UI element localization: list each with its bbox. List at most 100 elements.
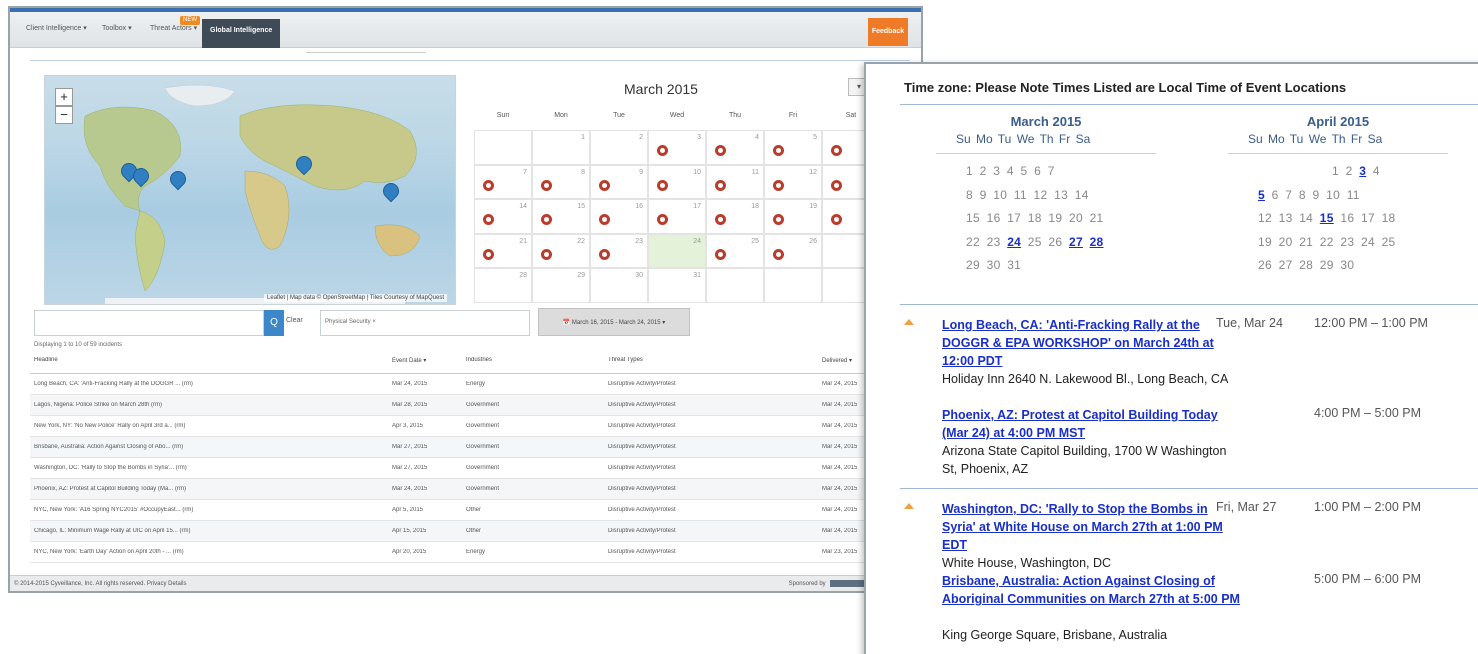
nav-threat-actors[interactable]: Threat Actors ▾ — [150, 24, 197, 32]
event-marker-icon[interactable] — [599, 248, 610, 260]
cell-headline[interactable]: Phoenix, AZ: Protest at Capitol Building… — [34, 486, 384, 492]
cell-headline[interactable]: Chicago, IL: Minimum Wage Rally at UIC o… — [34, 528, 384, 534]
day-link[interactable]: 24 — [1007, 235, 1021, 249]
calendar-day[interactable]: 29 — [532, 268, 590, 303]
event-link[interactable]: Brisbane, Australia: Action Against Clos… — [942, 572, 1242, 608]
zoom-out-button[interactable]: − — [55, 106, 73, 124]
calendar-day[interactable]: 4 — [706, 130, 764, 165]
cell-headline[interactable]: NYC, New York: 'A16 Spring NYC2015' #Occ… — [34, 507, 384, 513]
event-marker-icon[interactable] — [773, 179, 784, 191]
clear-button[interactable]: Clear — [286, 317, 303, 324]
cell-headline[interactable]: New York, NY: 'No New Police' Rally on A… — [34, 423, 384, 429]
cell-headline[interactable]: Brisbane, Australia: Action Against Clos… — [34, 444, 384, 450]
feedback-button[interactable]: Feedback — [868, 18, 908, 46]
calendar-day[interactable]: 3 — [648, 130, 706, 165]
calendar-day[interactable]: 2 — [590, 130, 648, 165]
event-marker-icon[interactable] — [715, 248, 726, 260]
calendar-day[interactable]: 10 — [648, 164, 706, 199]
event-marker-icon[interactable] — [831, 145, 842, 156]
world-map[interactable]: + − Leaflet | Map data © OpenStreetMap |… — [44, 75, 456, 305]
event-marker-icon[interactable] — [599, 214, 610, 225]
event-marker-icon[interactable] — [715, 214, 726, 225]
calendar-day[interactable]: 1 — [532, 130, 590, 165]
event-marker-icon[interactable] — [599, 179, 610, 191]
calendar-day[interactable]: 19 — [764, 199, 822, 234]
cell-headline[interactable]: Lagos, Nigeria: Police Strike on March 2… — [34, 402, 384, 408]
calendar-day[interactable]: 28 — [474, 268, 532, 303]
col-event-date[interactable]: Event Date ▾ — [392, 357, 426, 364]
event-marker-icon[interactable] — [715, 145, 726, 156]
calendar-day[interactable]: 30 — [590, 268, 648, 303]
calendar-day[interactable] — [706, 268, 764, 303]
calendar-day[interactable]: 25 — [706, 233, 764, 268]
table-row[interactable]: Lagos, Nigeria: Police Strike on March 2… — [30, 395, 915, 416]
event-link[interactable]: Phoenix, AZ: Protest at Capitol Building… — [942, 406, 1242, 442]
cell-headline[interactable]: NYC, New York: 'Earth Day' Action on Apr… — [34, 549, 384, 555]
day-link[interactable]: 27 — [1069, 235, 1083, 249]
calendar-day[interactable]: 18 — [706, 199, 764, 234]
event-marker-icon[interactable] — [773, 145, 784, 156]
event-marker-icon[interactable] — [541, 248, 552, 260]
map-marker-icon[interactable] — [170, 171, 184, 191]
calendar-day[interactable]: 12 — [764, 164, 822, 199]
search-input[interactable] — [34, 310, 264, 336]
table-row[interactable]: NYC, New York: 'Earth Day' Action on Apr… — [30, 542, 915, 563]
event-marker-icon[interactable] — [657, 214, 668, 225]
calendar-day[interactable]: 11 — [706, 164, 764, 199]
col-industries[interactable]: Industries — [466, 357, 492, 363]
nav-global-intelligence[interactable]: Global Intelligence — [202, 19, 281, 48]
event-marker-icon[interactable] — [541, 179, 552, 191]
event-marker-icon[interactable] — [483, 248, 494, 260]
event-marker-icon[interactable] — [657, 145, 668, 156]
calendar-day[interactable]: 9 — [590, 164, 648, 199]
nav-client-intelligence[interactable]: Client Intelligence ▾ — [26, 24, 87, 32]
calendar-day[interactable]: 17 — [648, 199, 706, 234]
map-marker-icon[interactable] — [296, 156, 310, 176]
calendar-day[interactable]: 31 — [648, 268, 706, 303]
table-row[interactable]: Brisbane, Australia: Action Against Clos… — [30, 437, 915, 458]
col-threat-types[interactable]: Threat Types — [608, 357, 643, 363]
col-headline[interactable]: Headline — [34, 357, 384, 363]
event-marker-icon[interactable] — [773, 214, 784, 225]
table-row[interactable]: Phoenix, AZ: Protest at Capitol Building… — [30, 479, 915, 500]
calendar-day[interactable]: 5 — [764, 130, 822, 165]
event-marker-icon[interactable] — [483, 179, 494, 191]
day-link[interactable]: 15 — [1320, 211, 1334, 225]
day-link[interactable]: 28 — [1090, 235, 1104, 249]
date-range-button[interactable]: 📅 March 16, 2015 - March 24, 2015 ▾ — [538, 308, 690, 336]
day-link[interactable]: 3 — [1359, 164, 1366, 178]
table-row[interactable]: Chicago, IL: Minimum Wage Rally at UIC o… — [30, 521, 915, 542]
cell-headline[interactable]: Long Beach, CA: 'Anti-Fracking Rally at … — [34, 381, 384, 387]
calendar-day[interactable] — [764, 268, 822, 303]
event-marker-icon[interactable] — [541, 214, 552, 225]
table-row[interactable]: NYC, New York: 'A16 Spring NYC2015' #Occ… — [30, 500, 915, 521]
threat-filter-input[interactable]: Physical Security × — [320, 310, 530, 336]
event-marker-icon[interactable] — [773, 248, 784, 260]
calendar-day[interactable]: 15 — [532, 199, 590, 234]
collapse-arrow-icon[interactable] — [904, 503, 914, 509]
map-marker-icon[interactable] — [133, 168, 147, 188]
search-button[interactable]: Q — [264, 310, 284, 336]
zoom-in-button[interactable]: + — [55, 88, 73, 106]
event-marker-icon[interactable] — [715, 179, 726, 191]
calendar-day[interactable]: 16 — [590, 199, 648, 234]
calendar-day[interactable]: 21 — [474, 233, 532, 268]
day-link[interactable]: 5 — [1258, 188, 1265, 202]
cell-headline[interactable]: Washington, DC: 'Rally to Stop the Bombs… — [34, 465, 384, 471]
event-link[interactable]: Washington, DC: 'Rally to Stop the Bombs… — [942, 500, 1242, 554]
event-marker-icon[interactable] — [657, 179, 668, 191]
calendar-day[interactable]: 7 — [474, 164, 532, 199]
event-marker-icon[interactable] — [831, 179, 842, 191]
map-marker-icon[interactable] — [383, 183, 397, 203]
calendar-day-today[interactable]: 24 — [648, 233, 706, 268]
event-marker-icon[interactable] — [831, 214, 842, 225]
table-row[interactable]: Long Beach, CA: 'Anti-Fracking Rally at … — [30, 374, 915, 395]
calendar-day[interactable]: 8 — [532, 164, 590, 199]
event-link[interactable]: Long Beach, CA: 'Anti-Fracking Rally at … — [942, 316, 1242, 370]
col-delivered[interactable]: Delivered ▾ — [822, 357, 852, 364]
event-marker-icon[interactable] — [483, 214, 494, 225]
calendar-day[interactable]: 14 — [474, 199, 532, 234]
nav-toolbox[interactable]: Toolbox ▾ — [102, 24, 132, 32]
table-row[interactable]: Washington, DC: 'Rally to Stop the Bombs… — [30, 458, 915, 479]
calendar-day[interactable]: 23 — [590, 233, 648, 268]
